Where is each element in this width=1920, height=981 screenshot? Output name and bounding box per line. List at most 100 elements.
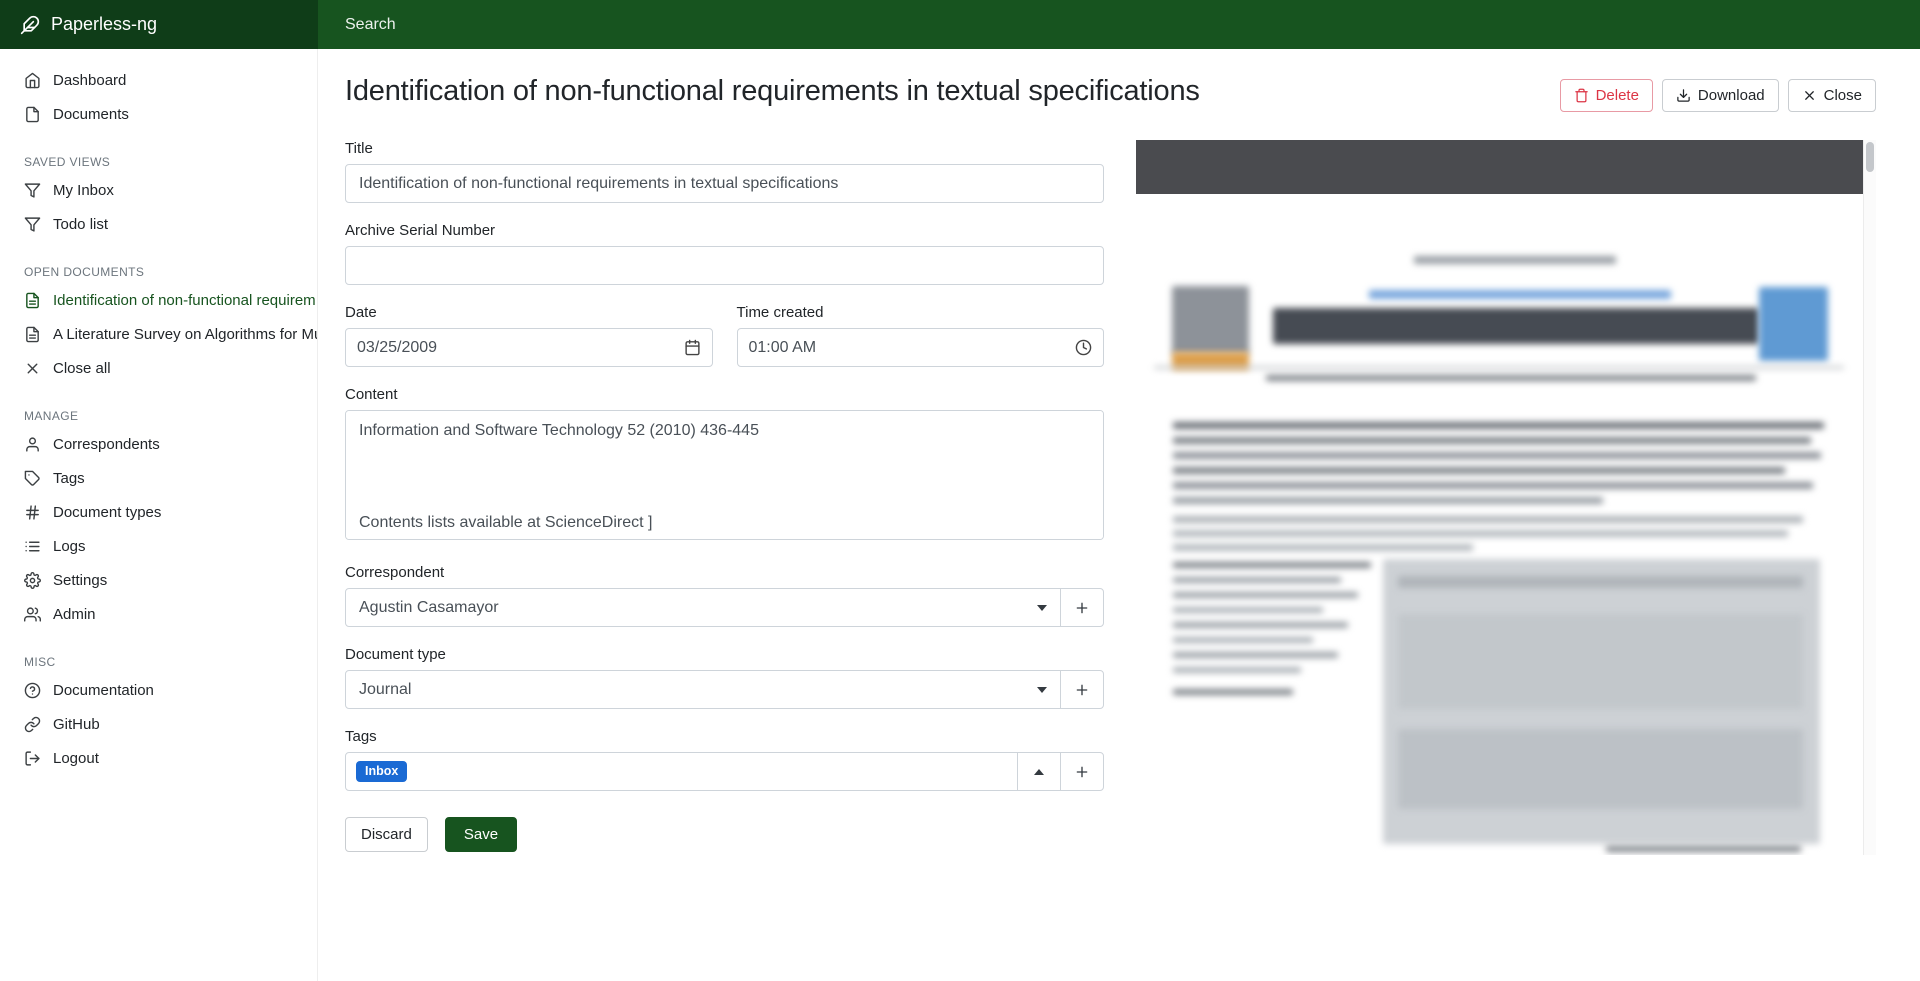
blurred-text-line: [1173, 607, 1323, 613]
manage-heading: MANAGE: [0, 401, 317, 427]
blurred-text-line: [1606, 846, 1801, 852]
add-correspondent-button[interactable]: [1060, 588, 1104, 627]
trash-icon: [1574, 88, 1589, 103]
link-icon: [24, 716, 41, 733]
archive-serial-number-label: Archive Serial Number: [345, 222, 1104, 239]
file-icon: [24, 106, 41, 123]
chevron-down-icon: [1037, 605, 1047, 611]
sidebar-item-dashboard[interactable]: Dashboard: [0, 63, 317, 97]
document-type-label: Document type: [345, 646, 1104, 663]
title-input[interactable]: [345, 164, 1104, 203]
title-label: Title: [345, 140, 1104, 157]
blurred-text-line: [1173, 544, 1473, 551]
tag-icon: [24, 470, 41, 487]
archive-serial-number-input[interactable]: [345, 246, 1104, 285]
gear-icon: [24, 572, 41, 589]
tag-chip-inbox[interactable]: Inbox: [356, 761, 407, 782]
saved-views-heading: SAVED VIEWS: [0, 147, 317, 173]
sidebar-item-github[interactable]: GitHub: [0, 707, 317, 741]
discard-button[interactable]: Discard: [345, 817, 428, 852]
sidebar-item-logout[interactable]: Logout: [0, 741, 317, 775]
blurred-text-line: [1173, 637, 1313, 643]
sidebar-item-todo-list[interactable]: Todo list: [0, 207, 317, 241]
add-document-type-button[interactable]: [1060, 670, 1104, 709]
filter-icon: [24, 216, 41, 233]
blurred-title-block: [1273, 308, 1759, 344]
sidebar-item-document-types[interactable]: Document types: [0, 495, 317, 529]
blurred-text-line: [1173, 467, 1785, 474]
logout-icon: [24, 750, 41, 767]
close-icon: [1802, 88, 1817, 103]
plus-icon: [1074, 682, 1090, 698]
blurred-text-line: [1173, 437, 1811, 444]
pdf-viewer-toolbar: [1136, 140, 1863, 194]
blurred-text-line: [1173, 689, 1293, 695]
main-content: Identification of non-functional require…: [318, 49, 1920, 981]
close-button[interactable]: Close: [1788, 79, 1876, 112]
top-bar: Paperless-ng: [0, 0, 1920, 49]
content-label: Content: [345, 386, 1104, 403]
correspondent-select[interactable]: Agustin Casamayor: [345, 588, 1061, 627]
blurred-text-line: [1173, 622, 1348, 628]
clock-icon[interactable]: [1075, 339, 1092, 356]
brand-label: Paperless-ng: [51, 14, 157, 35]
correspondent-selected-value: Agustin Casamayor: [359, 599, 499, 617]
time-created-input[interactable]: [749, 339, 1076, 357]
search-input[interactable]: [345, 16, 1045, 34]
pdf-scrollbar[interactable]: [1863, 140, 1876, 855]
blurred-text-line: [1173, 562, 1371, 568]
delete-button[interactable]: Delete: [1560, 79, 1653, 112]
calendar-icon[interactable]: [684, 339, 701, 356]
sidebar-item-admin[interactable]: Admin: [0, 597, 317, 631]
download-icon: [1676, 88, 1691, 103]
save-button[interactable]: Save: [445, 817, 517, 852]
blurred-text-line: [1173, 577, 1341, 583]
filter-icon: [24, 182, 41, 199]
sidebar-item-documentation[interactable]: Documentation: [0, 673, 317, 707]
open-documents-heading: OPEN DOCUMENTS: [0, 257, 317, 283]
download-button[interactable]: Download: [1662, 79, 1779, 112]
pdf-page[interactable]: [1136, 194, 1863, 855]
file-text-icon: [24, 326, 41, 343]
blurred-text-line: [1173, 452, 1821, 459]
blurred-text-line: [1266, 375, 1756, 381]
chevron-down-icon: [1037, 687, 1047, 693]
document-edit-form: Title Archive Serial Number Date: [345, 140, 1104, 852]
blurred-journal-cover: [1172, 286, 1249, 354]
sidebar-item-correspondents[interactable]: Correspondents: [0, 427, 317, 461]
app-brand[interactable]: Paperless-ng: [0, 0, 318, 49]
sidebar-open-document-2[interactable]: A Literature Survey on Algorithms for Mu…: [0, 317, 317, 351]
help-icon: [24, 682, 41, 699]
feather-logo-icon: [20, 15, 40, 35]
sidebar-item-logs[interactable]: Logs: [0, 529, 317, 563]
pdf-scrollbar-thumb[interactable]: [1866, 142, 1874, 172]
tags-input[interactable]: Inbox: [345, 752, 1018, 791]
blurred-figure-row: [1398, 729, 1803, 809]
sidebar-item-close-all[interactable]: Close all: [0, 351, 317, 385]
file-text-icon: [24, 292, 41, 309]
document-type-select[interactable]: Journal: [345, 670, 1061, 709]
page-title: Identification of non-functional require…: [345, 73, 1200, 108]
correspondent-label: Correspondent: [345, 564, 1104, 581]
document-preview: [1136, 140, 1876, 855]
blurred-text-line: [1173, 497, 1603, 504]
sidebar-item-tags[interactable]: Tags: [0, 461, 317, 495]
sidebar-item-documents[interactable]: Documents: [0, 97, 317, 131]
tags-dropdown-button[interactable]: [1017, 752, 1061, 791]
content-textarea[interactable]: Information and Software Technology 52 (…: [345, 410, 1104, 540]
sidebar-item-my-inbox[interactable]: My Inbox: [0, 173, 317, 207]
add-tag-button[interactable]: [1060, 752, 1104, 791]
user-icon: [24, 436, 41, 453]
misc-heading: MISC: [0, 647, 317, 673]
home-icon: [24, 72, 41, 89]
date-input[interactable]: [357, 339, 684, 357]
tags-label: Tags: [345, 728, 1104, 745]
sidebar-item-settings[interactable]: Settings: [0, 563, 317, 597]
sidebar-open-document-1[interactable]: Identification of non-functional require…: [0, 283, 317, 317]
date-label: Date: [345, 304, 713, 321]
document-actions: Delete Download Close: [1560, 79, 1876, 112]
blurred-text-line: [1173, 652, 1338, 658]
time-created-label: Time created: [737, 304, 1105, 321]
users-icon: [24, 606, 41, 623]
blurred-text-line: [1173, 482, 1813, 489]
